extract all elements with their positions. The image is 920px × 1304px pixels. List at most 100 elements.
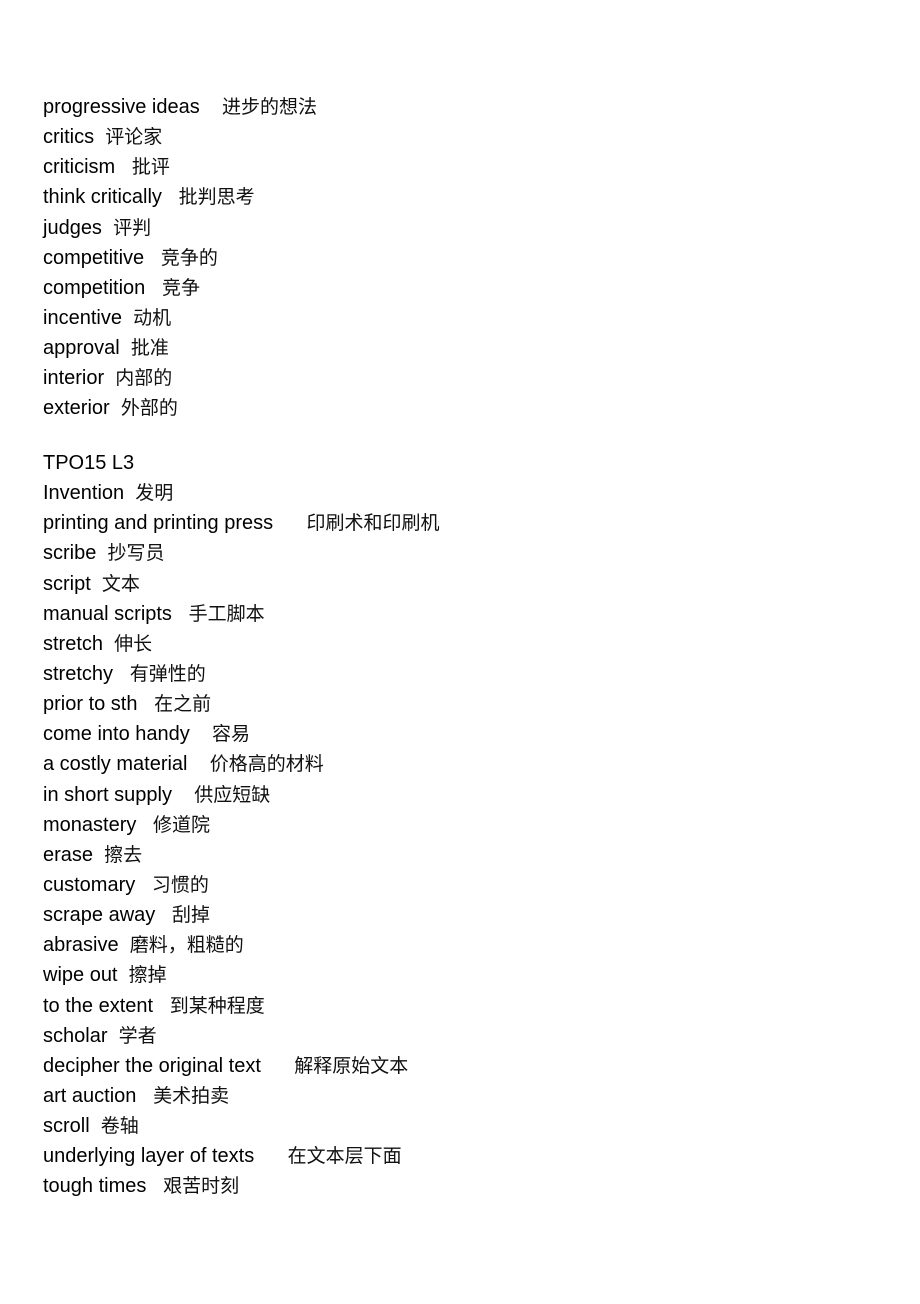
term-separator	[188, 753, 210, 775]
term-separator	[172, 603, 189, 625]
term-separator	[136, 814, 153, 836]
english-term: incentive	[43, 306, 122, 329]
chinese-translation: 价格高的材料	[209, 753, 324, 776]
vocab-entry: interior 内部的	[43, 363, 883, 393]
chinese-translation: 卷轴	[100, 1115, 139, 1138]
vocab-entry: abrasive 磨料，粗糙的	[43, 930, 883, 960]
term-separator	[146, 1175, 163, 1197]
chinese-translation: 批评	[131, 156, 170, 179]
chinese-translation: 艰苦时刻	[163, 1175, 240, 1198]
term-separator	[94, 126, 105, 148]
vocab-entry: art auction 美术拍卖	[43, 1081, 883, 1111]
english-term: critics	[43, 126, 95, 149]
chinese-translation: 手工脚本	[188, 602, 265, 625]
chinese-translation: 磨料，粗糙的	[129, 934, 244, 957]
chinese-translation: 到某种程度	[169, 994, 265, 1017]
term-separator	[124, 482, 135, 504]
english-term: script	[43, 572, 91, 595]
chinese-translation: 供应短缺	[194, 783, 271, 806]
term-separator	[93, 844, 104, 866]
chinese-translation: 评论家	[105, 126, 163, 149]
english-term: interior	[43, 367, 105, 390]
term-separator	[144, 247, 161, 269]
vocab-entry: decipher the original text 解释原始文本	[43, 1051, 883, 1081]
english-term: decipher the original text	[43, 1054, 261, 1077]
chinese-translation: 擦去	[104, 843, 143, 866]
english-term: stretchy	[43, 663, 114, 686]
chinese-translation: 刮掉	[171, 904, 210, 927]
english-term: stretch	[43, 632, 104, 655]
term-separator	[115, 156, 132, 178]
chinese-translation: 学者	[118, 1024, 157, 1047]
english-term: approval	[43, 337, 120, 360]
english-term: Invention	[43, 482, 125, 505]
document-page: progressive ideas 进步的想法 critics 评论家 critic…	[43, 92, 883, 1202]
vocab-entry: approval 批准	[43, 333, 883, 363]
chinese-translation: 解释原始文本	[294, 1054, 409, 1077]
vocab-entry: in short supply 供应短缺	[43, 780, 883, 810]
english-term: think critically	[43, 186, 162, 209]
english-term: monastery	[43, 813, 137, 836]
chinese-translation: 有弹性的	[129, 663, 206, 686]
term-separator	[110, 397, 121, 419]
english-term: judges	[43, 216, 102, 239]
term-separator	[261, 1055, 294, 1077]
term-separator	[273, 512, 306, 534]
vocab-entry: a costly material 价格高的材料	[43, 749, 883, 779]
vocab-entry: scribe 抄写员	[43, 538, 883, 568]
chinese-translation: 竞争的	[160, 246, 218, 269]
term-separator	[172, 784, 194, 806]
english-term: customary	[43, 874, 136, 897]
english-term: erase	[43, 843, 94, 866]
vocab-entry: come into handy 容易	[43, 719, 883, 749]
chinese-translation: 在之前	[154, 693, 212, 716]
vocabulary-section-1: progressive ideas 进步的想法 critics 评论家 critic…	[43, 92, 883, 424]
english-term: scrape away	[43, 904, 156, 927]
term-separator	[155, 904, 172, 926]
term-separator	[103, 633, 114, 655]
english-term: abrasive	[43, 934, 119, 957]
vocab-entry: to the extent 到某种程度	[43, 991, 883, 1021]
chinese-translation: 动机	[133, 306, 172, 329]
english-term: in short supply	[43, 783, 172, 806]
vocab-entry: prior to sth 在之前	[43, 689, 883, 719]
vocab-entry: wipe out 擦掉	[43, 960, 883, 990]
english-term: scroll	[43, 1115, 90, 1138]
vocab-entry: stretch 伸长	[43, 629, 883, 659]
vocab-entry: scrape away 刮掉	[43, 900, 883, 930]
english-term: to the extent	[43, 994, 154, 1017]
term-separator	[104, 367, 115, 389]
vocab-entry: exterior 外部的	[43, 393, 883, 423]
term-separator	[135, 874, 152, 896]
vocab-entry: scroll 卷轴	[43, 1111, 883, 1141]
chinese-translation: 批判思考	[178, 186, 255, 209]
term-separator	[119, 934, 130, 956]
term-separator	[190, 723, 212, 745]
english-term: scribe	[43, 542, 97, 565]
term-separator	[136, 1085, 153, 1107]
vocab-entry: incentive 动机	[43, 303, 883, 333]
chinese-translation: 容易	[212, 723, 251, 746]
vocab-entry: erase 擦去	[43, 840, 883, 870]
english-term: come into handy	[43, 723, 190, 746]
chinese-translation: 修道院	[153, 813, 211, 836]
english-term: a costly material	[43, 753, 188, 776]
chinese-translation: 发明	[135, 482, 174, 505]
chinese-translation: 伸长	[114, 632, 153, 655]
vocab-entry: stretchy 有弹性的	[43, 659, 883, 689]
vocab-entry: criticism 批评	[43, 152, 883, 182]
english-term: criticism	[43, 156, 116, 179]
term-separator	[96, 542, 107, 564]
chinese-translation: 竞争	[161, 276, 200, 299]
vocab-entry: printing and printing press 印刷术和印刷机	[43, 508, 883, 538]
vocabulary-section-2: TPO15 L3 Invention 发明 printing and printi…	[43, 448, 883, 1202]
vocab-entry: underlying layer of texts 在文本层下面	[43, 1141, 883, 1171]
chinese-translation: 外部的	[120, 397, 178, 420]
vocab-entry: script 文本	[43, 569, 883, 599]
term-separator	[153, 995, 170, 1017]
term-separator	[113, 663, 130, 685]
english-term: prior to sth	[43, 693, 138, 716]
term-separator	[102, 217, 113, 239]
vocab-entry: scholar 学者	[43, 1021, 883, 1051]
term-separator	[120, 337, 131, 359]
